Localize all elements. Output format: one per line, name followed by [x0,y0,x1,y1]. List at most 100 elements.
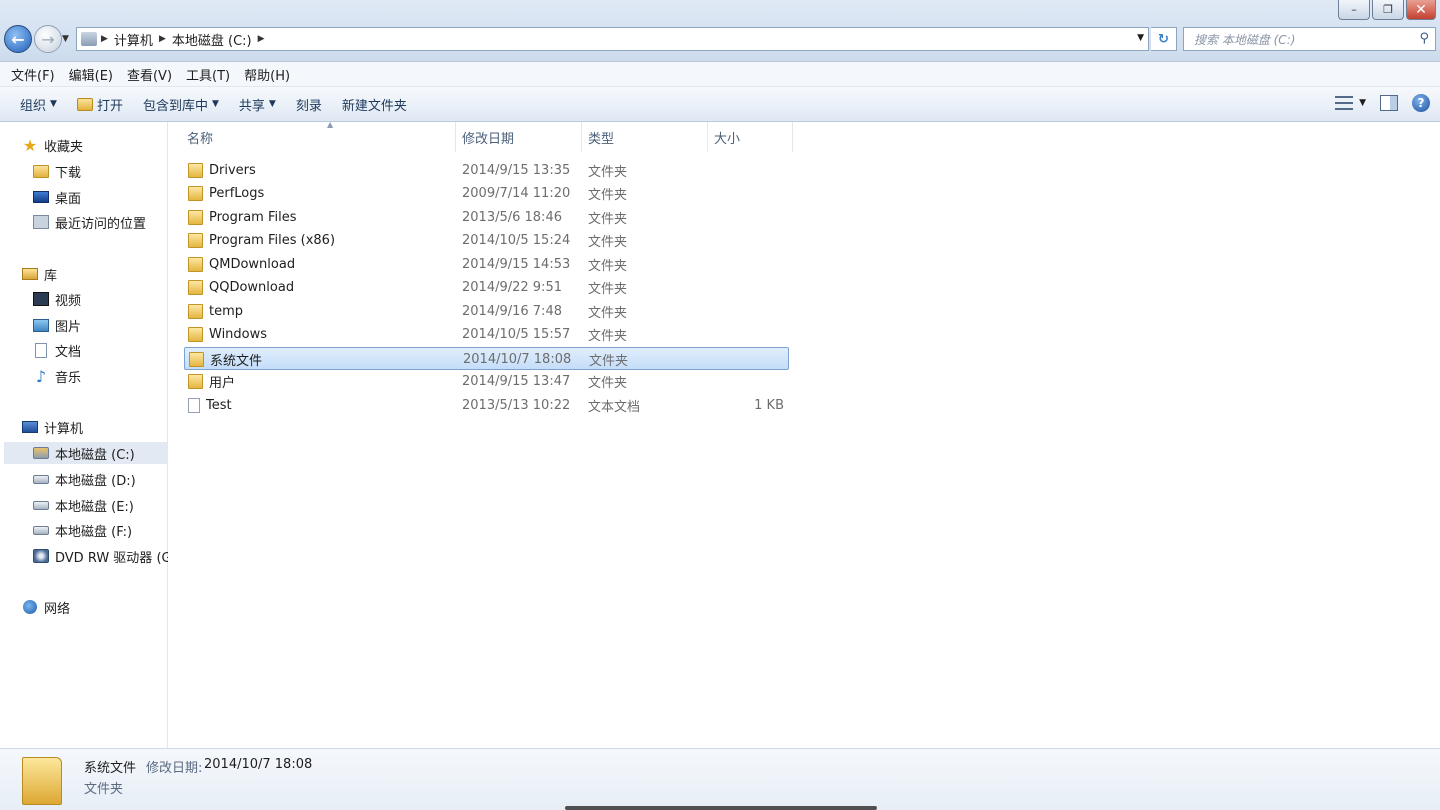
file-row[interactable]: QQDownload 2014/9/22 9:51 文件夹 [184,276,789,299]
open-folder-icon [76,97,93,111]
nav-desktop[interactable]: 桌面 [33,186,81,208]
organize-button[interactable]: 组织 ▼ [10,95,67,114]
close-button[interactable]: ✕ [1406,0,1436,20]
forward-button[interactable]: → [34,25,62,53]
menu-tools[interactable]: 工具(T) [179,65,237,84]
arrow-left-icon: ← [11,29,25,49]
file-date: 2014/9/22 9:51 [462,280,562,296]
file-row[interactable]: PerfLogs 2009/7/14 11:20 文件夹 [184,182,789,205]
details-modified-label: 修改日期: [146,761,203,776]
file-type: 文件夹 [588,376,628,392]
new-folder-button[interactable]: 新建文件夹 [332,95,417,114]
file-row[interactable]: Windows 2014/10/5 15:57 文件夹 [184,323,789,346]
restore-button[interactable]: ❐ [1372,0,1404,20]
preview-pane-icon[interactable] [1380,95,1398,111]
file-date: 2014/9/15 13:47 [462,374,571,390]
file-name-cell: temp [188,300,243,323]
file-row[interactable]: 系统文件 2014/10/7 18:08 文件夹 [184,346,789,370]
file-name: Drivers [209,163,256,178]
folder-icon [188,186,203,202]
arrow-right-icon: → [41,29,55,49]
breadcrumb-drive-c[interactable]: 本地磁盘 (C:) [172,30,252,49]
chevron-right-icon[interactable]: ▶ [258,34,265,44]
column-label: 类型 [588,131,615,147]
file-name-cell: Test [188,394,232,417]
nav-label: 图片 [55,319,82,335]
open-button[interactable]: 打开 [67,95,133,114]
folder-icon [188,209,203,225]
file-type: 文件夹 [588,165,628,180]
computer-icon [22,421,38,433]
nav-label: 计算机 [44,421,84,437]
column-label: 名称 [187,131,214,147]
file-row[interactable]: Test 2013/5/13 10:22 文本文档 1 KB [184,394,789,417]
file-name-cell: Program Files (x86) [188,229,335,252]
nav-drive-d[interactable]: 本地磁盘 (D:) [33,468,136,490]
help-icon[interactable]: ? [1412,94,1430,112]
column-header-type[interactable]: 类型 [582,122,708,152]
nav-drive-c[interactable]: 本地磁盘 (C:) [4,442,167,464]
chevron-right-icon[interactable]: ▶ [101,34,108,44]
include-library-button[interactable]: 包含到库中 ▼ [133,95,229,114]
file-row[interactable]: temp 2014/9/16 7:48 文件夹 [184,300,789,323]
downloads-folder-icon [33,164,49,178]
nav-favorites[interactable]: ★ 收藏夹 [22,134,83,156]
menu-view[interactable]: 查看(V) [120,65,179,84]
minimize-button[interactable]: – [1338,0,1370,20]
nav-dvd-drive[interactable]: DVD RW 驱动器 (G [33,545,168,567]
breadcrumb-computer[interactable]: 计算机 [114,30,153,49]
folder-icon [188,280,203,296]
change-view-button[interactable]: ▼ [1335,96,1366,110]
file-date: 2009/7/14 11:20 [462,186,571,202]
menu-help[interactable]: 帮助(H) [237,65,297,84]
horizontal-scrollbar[interactable] [565,806,877,810]
file-row[interactable]: QMDownload 2014/9/15 14:53 文件夹 [184,253,789,276]
share-button[interactable]: 共享 ▼ [229,95,286,114]
file-type: 文件夹 [588,305,628,321]
library-icon [22,268,38,280]
nav-libraries[interactable]: 库 [22,263,57,285]
menu-file[interactable]: 文件(F) [4,65,62,84]
video-icon [33,292,49,306]
column-header-size[interactable]: 大小 [708,122,793,152]
file-name: temp [209,303,244,319]
burn-button[interactable]: 刻录 [286,95,332,114]
file-date: 2014/9/16 7:48 [462,303,562,319]
file-size [714,323,784,346]
nav-downloads[interactable]: 下载 [33,160,81,182]
nav-computer[interactable]: 计算机 [22,416,83,438]
file-name: QMDownload [209,256,296,272]
file-size [714,229,784,252]
chevron-right-icon[interactable]: ▶ [159,34,166,44]
file-row[interactable]: Program Files 2013/5/6 18:46 文件夹 [184,206,789,229]
file-name-cell: Windows [188,323,267,346]
recent-pages-dropdown[interactable]: ▼ [62,34,69,44]
file-name: Test [206,397,232,413]
nav-recent[interactable]: 最近访问的位置 [33,211,146,233]
nav-drive-e[interactable]: 本地磁盘 (E:) [33,494,134,516]
address-bar[interactable]: ▶ 计算机 ▶ 本地磁盘 (C:) ▶ ▼ [76,27,1149,51]
text-file-icon [188,397,200,413]
nav-videos[interactable]: 视频 [33,288,81,310]
nav-drive-f[interactable]: 本地磁盘 (F:) [33,519,132,541]
nav-label: 本地磁盘 (E:) [55,499,134,515]
search-icon[interactable]: ⚲ [1419,31,1429,46]
file-row[interactable]: Program Files (x86) 2014/10/5 15:24 文件夹 [184,229,789,252]
address-dropdown-icon[interactable]: ▼ [1137,33,1144,43]
details-pane: 系统文件 修改日期: 2014/10/7 18:08 文件夹 [0,748,1440,810]
search-input[interactable]: 搜索 本地磁盘 (C:) ⚲ [1183,27,1436,51]
menu-edit[interactable]: 编辑(E) [62,65,120,84]
refresh-button[interactable]: ↻ [1151,27,1177,51]
file-row[interactable]: Drivers 2014/9/15 13:35 文件夹 [184,159,789,182]
nav-network[interactable]: 网络 [22,596,70,618]
column-header-name[interactable]: ▲ 名称 [181,120,456,152]
folder-icon [188,303,203,319]
column-header-modified[interactable]: 修改日期 [456,122,582,152]
nav-music[interactable]: ♪ 音乐 [33,365,81,387]
file-row[interactable]: 用户 2014/9/15 13:47 文件夹 [184,370,789,393]
caret-down-icon: ▼ [1359,98,1366,108]
file-size: 1 KB [754,397,784,413]
back-button[interactable]: ← [4,25,32,53]
nav-pictures[interactable]: 图片 [33,314,81,336]
nav-documents[interactable]: 文档 [33,339,81,361]
